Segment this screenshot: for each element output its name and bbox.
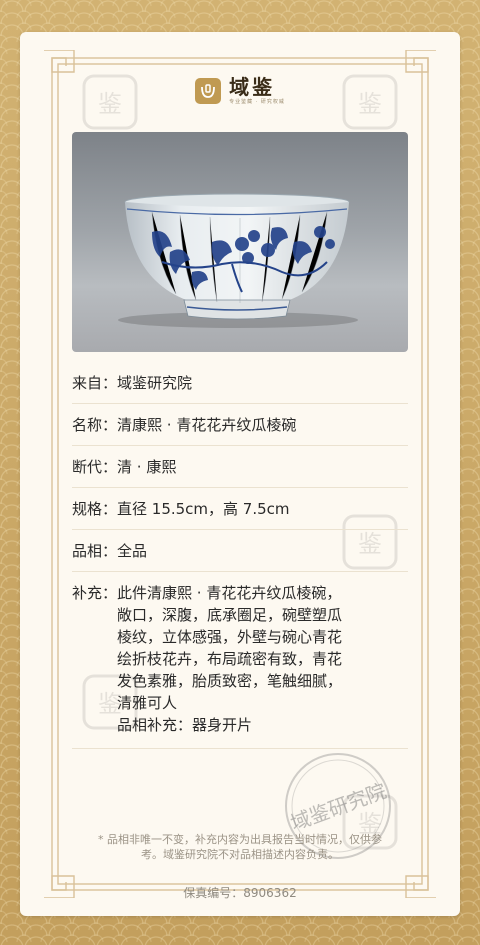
brand-logo: 域鉴 专业鉴藏 · 研究权威 bbox=[20, 76, 460, 105]
detail-row-spec: 规格： 直径 15.5cm，高 7.5cm bbox=[72, 488, 408, 530]
spec-value: 直径 15.5cm，高 7.5cm bbox=[117, 500, 290, 518]
detail-row-period: 断代： 清 · 康熙 bbox=[72, 446, 408, 488]
supplement-text: 此件清康熙 · 青花花卉纹瓜棱碗， 敞口，深腹，底承圈足，碗壁塑瓜 棱纹，立体感… bbox=[117, 582, 408, 736]
source-value: 域鉴研究院 bbox=[117, 374, 193, 392]
supplement-line: 棱纹，立体感强，外壁与碗心青花 bbox=[117, 628, 343, 646]
supplement-line: 发色素雅，胎质致密，笔触细腻， bbox=[117, 672, 343, 690]
brand-logo-icon bbox=[195, 77, 222, 104]
bowl-image bbox=[118, 193, 358, 328]
condition-value: 全品 bbox=[117, 542, 148, 560]
condition-label: 品相： bbox=[72, 542, 118, 560]
name-value: 清康熙 · 青花花卉纹瓜棱碗 bbox=[117, 416, 297, 434]
serial-number: 保真编号：8906362 bbox=[183, 886, 297, 900]
name-label: 名称： bbox=[72, 416, 118, 434]
detail-row-source: 来自： 域鉴研究院 bbox=[72, 362, 408, 404]
period-value: 清 · 康熙 bbox=[117, 458, 177, 476]
period-label: 断代： bbox=[72, 458, 118, 476]
item-details: 来自： 域鉴研究院 名称： 清康熙 · 青花花卉纹瓜棱碗 断代： 清 · 康熙 … bbox=[72, 362, 408, 749]
supplement-line: 品相补充：器身开片 bbox=[117, 716, 253, 734]
spec-label: 规格： bbox=[72, 500, 118, 518]
disclaimer-text: * 品相非唯一不变，补充内容为出具报告当时情况，仅供参考。域鉴研究院不对品相描述… bbox=[98, 833, 382, 861]
supplement-label: 补充： bbox=[72, 584, 118, 602]
supplement-line: 绘折枝花卉，布局疏密有致，青花 bbox=[117, 650, 343, 668]
item-photo[interactable] bbox=[72, 132, 408, 352]
detail-row-condition: 品相： 全品 bbox=[72, 530, 408, 572]
brand-name: 域鉴 bbox=[229, 75, 276, 99]
supplement-line: 清雅可人 bbox=[117, 694, 178, 712]
source-label: 来自： bbox=[72, 374, 118, 392]
supplement-line: 敞口，深腹，底承圈足，碗壁塑瓜 bbox=[117, 606, 343, 624]
supplement-line: 此件清康熙 · 青花花卉纹瓜棱碗， bbox=[117, 584, 342, 602]
certificate-card: 鉴 鉴 鉴 鉴 鉴 域鉴 专业鉴藏 · 研究权威 来自： 域鉴研究院 名称： 清… bbox=[20, 32, 460, 916]
brand-slogan: 专业鉴藏 · 研究权威 bbox=[229, 99, 285, 105]
detail-row-name: 名称： 清康熙 · 青花花卉纹瓜棱碗 bbox=[72, 404, 408, 446]
seal-text: 域鉴研究院 bbox=[287, 779, 389, 836]
brand-logo-text: 域鉴 专业鉴藏 · 研究权威 bbox=[229, 76, 285, 105]
detail-row-supplement: 补充： 此件清康熙 · 青花花卉纹瓜棱碗， 敞口，深腹，底承圈足，碗壁塑瓜 棱纹… bbox=[72, 572, 408, 749]
